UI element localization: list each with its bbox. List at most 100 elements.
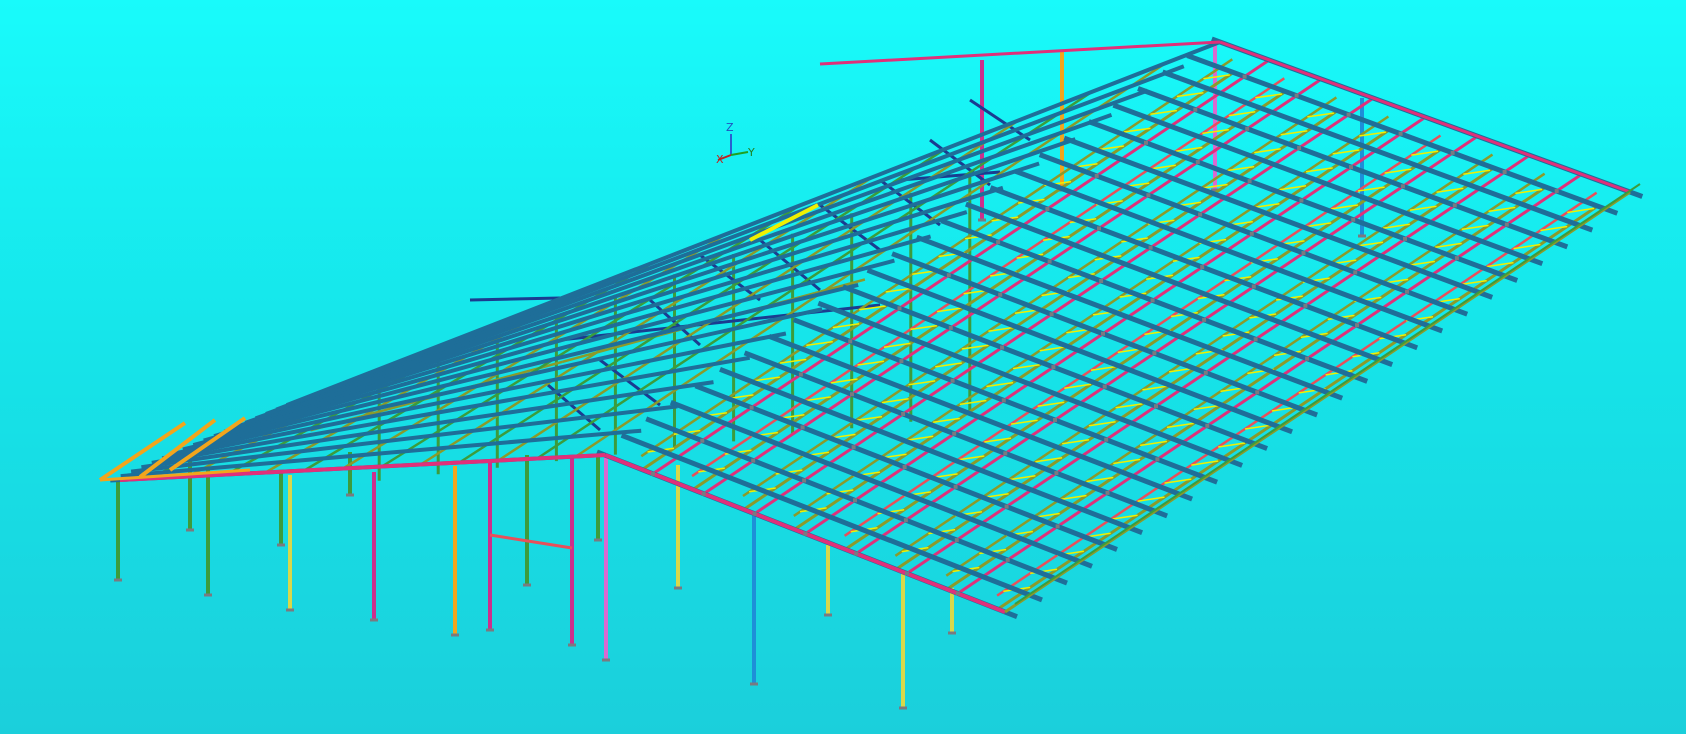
- node-plate: [901, 412, 906, 416]
- left-rafter: [342, 233, 727, 470]
- node-plate: [1202, 317, 1207, 322]
- node-plate: [899, 359, 904, 364]
- node-plate: [802, 478, 807, 483]
- node-plate: [1102, 384, 1107, 389]
- node-plate: [1504, 222, 1509, 227]
- node-plate: [1301, 251, 1306, 256]
- node-plate: [1053, 418, 1057, 422]
- node-plate: [1242, 74, 1247, 79]
- node-plate: [1000, 345, 1005, 350]
- node-plate: [996, 240, 1001, 245]
- node-plate: [1355, 323, 1359, 328]
- node-plate: [1303, 303, 1308, 308]
- node-plate: [1104, 437, 1109, 442]
- node-plate: [998, 292, 1003, 297]
- node-plate: [749, 405, 754, 410]
- node-plate: [1051, 365, 1056, 370]
- node-plate: [651, 471, 655, 476]
- node-plate: [1255, 390, 1260, 395]
- node-plate: [1249, 231, 1254, 236]
- node-plate: [1101, 331, 1105, 336]
- node-plate: [853, 498, 857, 503]
- z-axis-label: Z: [726, 121, 734, 134]
- x-axis-label: X: [716, 153, 724, 166]
- node-plate: [1454, 256, 1459, 261]
- node-plate: [1398, 131, 1403, 136]
- door-header-beam: [489, 533, 573, 550]
- node-plate: [946, 273, 951, 278]
- node-plate: [1001, 398, 1006, 403]
- navy-brace: [469, 296, 561, 302]
- node-plate: [948, 325, 953, 330]
- node-plate: [1005, 557, 1010, 562]
- model-viewport[interactable]: Z X Y: [0, 0, 1686, 734]
- node-plate: [1353, 270, 1358, 275]
- node-plate: [700, 438, 705, 443]
- node-plate: [1198, 212, 1203, 217]
- node-plate: [1054, 471, 1059, 476]
- left-roof-purlin: [141, 380, 714, 470]
- node-plate: [1245, 126, 1250, 131]
- node-plate: [1045, 207, 1050, 211]
- node-plate: [751, 458, 756, 463]
- node-plate: [1450, 150, 1455, 155]
- node-plate: [800, 425, 805, 430]
- node-plate: [1152, 351, 1157, 356]
- axis-triad-icon: Z X Y: [716, 121, 755, 166]
- node-plate: [1405, 289, 1409, 294]
- node-plate: [1047, 259, 1052, 264]
- node-plate: [1105, 490, 1110, 495]
- node-plate: [950, 378, 955, 383]
- node-plate: [854, 551, 859, 556]
- y-axis-label: Y: [747, 146, 755, 159]
- node-plate: [1502, 170, 1507, 174]
- node-plate: [1055, 524, 1060, 529]
- node-plate: [1346, 112, 1351, 117]
- gable-edge-inner: [1014, 183, 1641, 605]
- roof-purlin: [1161, 69, 1594, 233]
- node-plate: [1294, 93, 1299, 98]
- node-plate: [1403, 236, 1407, 241]
- node-plate: [1305, 356, 1310, 361]
- node-plate: [752, 511, 757, 516]
- ridge-beam-left: [819, 40, 1221, 66]
- node-plate: [953, 484, 958, 489]
- node-plate: [1094, 173, 1099, 178]
- node-plate: [1097, 226, 1101, 231]
- node-plate: [1144, 140, 1148, 145]
- node-plate: [897, 306, 902, 311]
- node-plate: [1251, 284, 1256, 289]
- node-plate: [1351, 217, 1356, 222]
- node-plate: [1004, 504, 1009, 509]
- node-plate: [1349, 165, 1353, 170]
- node-plate: [1297, 146, 1302, 150]
- node-plate: [1049, 312, 1054, 317]
- node-plate: [1452, 203, 1457, 208]
- node-plate: [1299, 198, 1304, 203]
- node-plate: [1099, 279, 1104, 283]
- node-plate: [1253, 337, 1258, 342]
- y-axis-line: [730, 151, 749, 156]
- node-plate: [798, 372, 803, 377]
- node-plate: [1148, 245, 1153, 250]
- node-plate: [1003, 451, 1008, 456]
- node-plate: [1400, 184, 1405, 189]
- node-plate: [1155, 457, 1160, 462]
- left-roof-purlin: [254, 113, 1113, 421]
- node-plate: [1193, 107, 1198, 112]
- node-plate: [902, 465, 907, 469]
- node-plate: [1203, 370, 1208, 375]
- structure-3d-model[interactable]: Z X Y: [0, 0, 1686, 734]
- node-plate: [1154, 404, 1158, 409]
- node-plate: [955, 591, 960, 596]
- node-plate: [1200, 265, 1205, 270]
- node-plate: [1150, 298, 1155, 303]
- node-plate: [848, 339, 853, 344]
- node-plate: [1205, 423, 1210, 428]
- node-plate: [803, 531, 808, 536]
- node-plate: [851, 445, 856, 450]
- node-plate: [952, 431, 957, 436]
- node-plate: [701, 491, 706, 496]
- node-plate: [850, 392, 854, 397]
- node-plate: [1146, 193, 1151, 198]
